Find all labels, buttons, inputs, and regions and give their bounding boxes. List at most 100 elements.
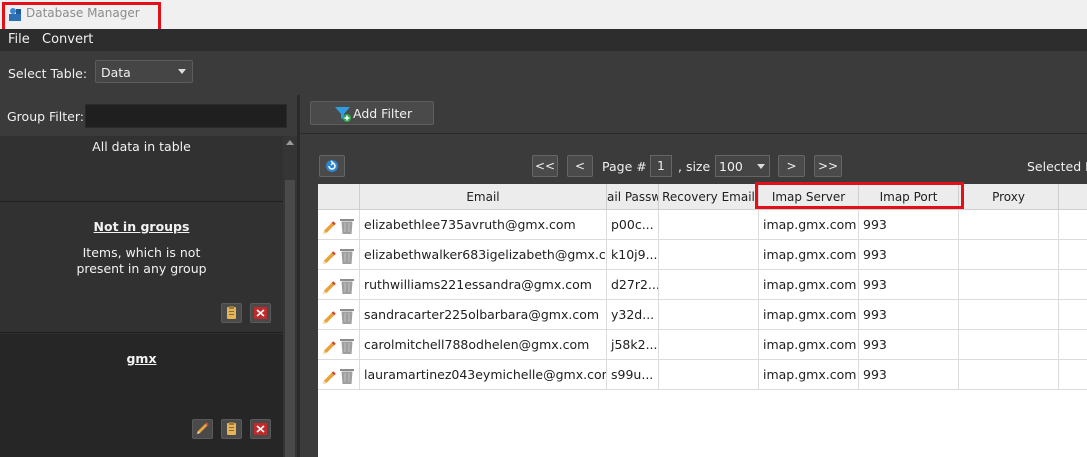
table-row[interactable]: carolmitchell788odhelen@gmx.com j58k2...…: [318, 330, 1087, 360]
pencil-icon[interactable]: [321, 277, 337, 294]
password-cell[interactable]: d27r2...: [607, 270, 659, 300]
pencil-icon[interactable]: [321, 367, 337, 384]
first-page-button[interactable]: <<: [532, 155, 558, 177]
refresh-button[interactable]: [319, 155, 345, 177]
clipboard-icon: [227, 306, 236, 319]
selected-items-label: Selected It: [1027, 159, 1087, 174]
table-row[interactable]: lauramartinez043eymichelle@gmx.com s99u.…: [318, 360, 1087, 390]
page-size-select[interactable]: 100: [715, 155, 770, 177]
password-cell[interactable]: j58k2...: [607, 330, 659, 360]
trash-icon[interactable]: [339, 276, 355, 294]
recovery-email-cell[interactable]: [659, 240, 759, 270]
menu-file[interactable]: File: [8, 32, 30, 47]
pencil-icon[interactable]: [321, 307, 337, 324]
imap-port-cell[interactable]: 993: [859, 270, 959, 300]
scroll-up-arrow-icon[interactable]: [286, 140, 294, 145]
table-select-value: Data: [101, 65, 131, 80]
trash-icon[interactable]: [339, 336, 355, 354]
prev-page-button[interactable]: <: [567, 155, 593, 177]
recovery-email-cell[interactable]: [659, 300, 759, 330]
close-icon: [254, 423, 267, 435]
recovery-email-cell[interactable]: [659, 360, 759, 390]
proxy-cell[interactable]: [959, 240, 1059, 270]
row-actions-cell: [318, 360, 360, 390]
imap-server-cell[interactable]: imap.gmx.com: [759, 270, 859, 300]
proxy-cell[interactable]: [959, 330, 1059, 360]
password-cell[interactable]: k10j9...: [607, 240, 659, 270]
password-cell[interactable]: s99u...: [607, 360, 659, 390]
row-actions-cell: [318, 300, 360, 330]
proxy-cell[interactable]: [959, 210, 1059, 240]
page-size-label: , size: [678, 159, 711, 174]
password-cell[interactable]: y32d...: [607, 300, 659, 330]
extra-cell: [1059, 270, 1087, 300]
row-actions-cell: [318, 270, 360, 300]
group-item-gmx[interactable]: gmx: [0, 334, 283, 457]
extra-cell: [1059, 300, 1087, 330]
delete-group-button[interactable]: [250, 419, 271, 439]
scrollbar-thumb[interactable]: [285, 180, 295, 457]
table-row[interactable]: elizabethlee735avruth@gmx.com p00c... im…: [318, 210, 1087, 240]
group-item-not-in-groups[interactable]: Not in groups Items, which is not presen…: [0, 203, 283, 333]
imap-server-cell[interactable]: imap.gmx.com: [759, 300, 859, 330]
trash-icon[interactable]: [339, 216, 355, 234]
panel-splitter[interactable]: [297, 95, 300, 457]
edit-group-button[interactable]: [192, 419, 213, 439]
group-item-all[interactable]: All data in table: [0, 136, 283, 202]
email-cell[interactable]: lauramartinez043eymichelle@gmx.com: [360, 360, 607, 390]
imap-port-cell[interactable]: 993: [859, 210, 959, 240]
imap-columns-highlight-box: [755, 182, 964, 209]
recovery-email-cell[interactable]: [659, 210, 759, 240]
group-filter-input[interactable]: [85, 104, 287, 128]
page-number-input[interactable]: 1: [650, 155, 672, 177]
email-cell[interactable]: elizabethwalker683igelizabeth@gmx.com: [360, 240, 607, 270]
copy-button[interactable]: [221, 419, 242, 439]
column-header-email[interactable]: Email: [360, 184, 607, 210]
proxy-cell[interactable]: [959, 300, 1059, 330]
imap-port-cell[interactable]: 993: [859, 330, 959, 360]
column-header-actions[interactable]: [318, 184, 360, 210]
imap-port-cell[interactable]: 993: [859, 360, 959, 390]
imap-port-cell[interactable]: 993: [859, 300, 959, 330]
row-actions-cell: [318, 240, 360, 270]
column-header-proxy[interactable]: Proxy: [959, 184, 1059, 210]
add-filter-button[interactable]: Add Filter: [310, 101, 434, 125]
table-row[interactable]: elizabethwalker683igelizabeth@gmx.com k1…: [318, 240, 1087, 270]
column-header-password[interactable]: ail Passw: [607, 184, 659, 210]
column-header-extra: [1059, 184, 1087, 210]
delete-group-button[interactable]: [250, 303, 271, 323]
copy-button[interactable]: [221, 303, 242, 323]
recovery-email-cell[interactable]: [659, 330, 759, 360]
title-bar: [0, 0, 1087, 29]
table-select-dropdown[interactable]: Data: [95, 60, 193, 83]
email-cell[interactable]: ruthwilliams221essandra@gmx.com: [360, 270, 607, 300]
trash-icon[interactable]: [339, 366, 355, 384]
pencil-icon[interactable]: [321, 247, 337, 264]
imap-server-cell[interactable]: imap.gmx.com: [759, 360, 859, 390]
trash-icon[interactable]: [339, 306, 355, 324]
add-filter-label: Add Filter: [353, 106, 413, 121]
proxy-cell[interactable]: [959, 360, 1059, 390]
menu-convert[interactable]: Convert: [42, 32, 93, 47]
column-header-recovery-email[interactable]: Recovery Email: [659, 184, 759, 210]
proxy-cell[interactable]: [959, 270, 1059, 300]
group-filter-label: Group Filter:: [7, 109, 84, 124]
email-cell[interactable]: sandracarter225olbarbara@gmx.com: [360, 300, 607, 330]
pencil-icon[interactable]: [321, 337, 337, 354]
page-label: Page #: [602, 159, 647, 174]
email-cell[interactable]: carolmitchell788odhelen@gmx.com: [360, 330, 607, 360]
extra-cell: [1059, 240, 1087, 270]
imap-server-cell[interactable]: imap.gmx.com: [759, 330, 859, 360]
table-row[interactable]: sandracarter225olbarbara@gmx.com y32d...…: [318, 300, 1087, 330]
trash-icon[interactable]: [339, 246, 355, 264]
imap-server-cell[interactable]: imap.gmx.com: [759, 210, 859, 240]
table-row[interactable]: ruthwilliams221essandra@gmx.com d27r2...…: [318, 270, 1087, 300]
pencil-icon[interactable]: [321, 217, 337, 234]
recovery-email-cell[interactable]: [659, 270, 759, 300]
imap-server-cell[interactable]: imap.gmx.com: [759, 240, 859, 270]
next-page-button[interactable]: >: [778, 155, 805, 177]
email-cell[interactable]: elizabethlee735avruth@gmx.com: [360, 210, 607, 240]
password-cell[interactable]: p00c...: [607, 210, 659, 240]
last-page-button[interactable]: >>: [814, 155, 842, 177]
imap-port-cell[interactable]: 993: [859, 240, 959, 270]
